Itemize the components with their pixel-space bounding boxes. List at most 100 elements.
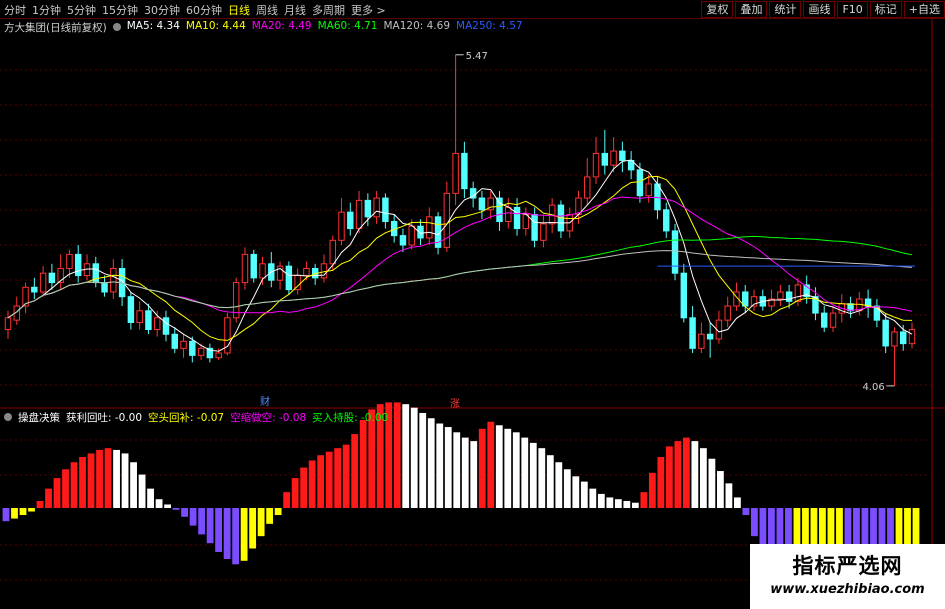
candle-body-43: [382, 197, 389, 223]
indicator-bar-63: [538, 448, 546, 508]
indicator-bar-35: [300, 467, 308, 508]
indicator-bar-17: [147, 488, 154, 508]
candle-body-14: [127, 296, 135, 324]
candle-body-57: [505, 206, 512, 223]
indicator-bar-73: [623, 500, 631, 508]
toolbar-button-4[interactable]: F10: [837, 1, 868, 18]
indicator-bar-16: [138, 474, 146, 508]
tab-period-10[interactable]: 更多 >: [351, 2, 386, 18]
candle-body-58: [513, 206, 521, 230]
candle-body-0: [4, 317, 12, 331]
tab-period-7[interactable]: 周线: [256, 2, 278, 18]
candle-body-79: [698, 333, 705, 349]
high-price-label: 5.47: [466, 51, 488, 62]
indicator-bar-51: [436, 423, 444, 508]
indicator-bar-30: [257, 508, 265, 537]
candle-body-94: [829, 312, 837, 328]
indicator-bar-27: [232, 508, 240, 565]
indicator-bar-49: [419, 412, 427, 508]
settings-dot-icon[interactable]: [112, 23, 121, 31]
indicator-bar-43: [368, 409, 376, 508]
candle-body-17: [153, 317, 161, 331]
indicator-bar-62: [529, 442, 537, 508]
candle-body-27: [241, 253, 249, 284]
ma-line-ma5: [7, 159, 913, 352]
tab-period-3[interactable]: 15分钟: [102, 2, 138, 18]
indicator-bar-42: [359, 420, 367, 508]
candle-body-68: [601, 152, 609, 166]
candle-body-84: [742, 291, 749, 307]
indicator-bar-4: [36, 500, 44, 508]
indicator-bar-50: [427, 418, 435, 508]
indicator-bar-32: [274, 508, 282, 516]
candle-body-75: [663, 209, 670, 232]
indicator-settings-dot-icon[interactable]: [4, 413, 12, 421]
tab-period-5[interactable]: 60分钟: [186, 2, 222, 18]
period-tabs: 分时 1分钟 5分钟 15分钟 30分钟 60分钟 日线 周线 月线 多周期 更多 >: [4, 2, 386, 18]
indicator-bar-76: [648, 472, 656, 508]
candle-body-72: [636, 169, 644, 197]
ma-legend-item-3: MA60: 4.71: [317, 20, 378, 32]
tab-period-0[interactable]: 分时: [4, 2, 26, 18]
toolbar-button-1[interactable]: 叠加: [735, 1, 768, 18]
indicator-bar-18: [155, 499, 163, 508]
indicator-bar-31: [266, 508, 274, 524]
toolbar-button-0[interactable]: 复权: [701, 1, 734, 18]
candle-body-21: [189, 340, 196, 356]
indicator-bar-65: [555, 462, 563, 508]
indicator-bar-9: [79, 456, 86, 508]
indicator-bar-2: [19, 508, 27, 516]
candle-body-90: [794, 284, 802, 302]
candle-body-82: [724, 305, 731, 321]
indicator-legend: 获利回吐: -0.00 空头回补: -0.07 空缩做空: -0.08 买入持股: -…: [66, 410, 388, 424]
indicator-bar-64: [546, 455, 554, 508]
candle-body-103: [908, 329, 916, 345]
indicator-bar-29: [249, 508, 257, 549]
indicator-bar-23: [198, 508, 206, 535]
candle-body-88: [777, 291, 784, 300]
indicator-bar-13: [113, 449, 120, 508]
indicator-bar-78: [665, 446, 673, 508]
candle-body-48: [426, 216, 433, 239]
candle-body-37: [329, 239, 336, 265]
indicator-bar-74: [631, 502, 639, 508]
candle-body-66: [584, 176, 591, 199]
indicator-bar-56: [478, 428, 486, 508]
tab-period-4[interactable]: 30分钟: [144, 2, 180, 18]
toolbar-button-3[interactable]: 画线: [803, 1, 836, 18]
toolbar-button-6[interactable]: +自选: [903, 1, 945, 18]
candle-body-3: [31, 286, 38, 293]
candle-body-24: [215, 352, 222, 359]
watermark-url: www.xuezhibiao.com: [770, 582, 925, 597]
candle-body-59: [522, 213, 530, 230]
tab-period-8[interactable]: 月线: [284, 2, 306, 18]
indicator-bar-26: [223, 508, 231, 560]
tab-period-1[interactable]: 1分钟: [32, 2, 61, 18]
ma-line-ma120: [7, 250, 913, 319]
indicator-bar-52: [444, 427, 452, 508]
indicator-bar-15: [130, 462, 137, 508]
candle-body-80: [706, 333, 714, 340]
indicator-bar-46: [393, 402, 401, 508]
indicator-bar-59: [504, 428, 512, 508]
indicator-bar-81: [691, 441, 699, 508]
indicator-bar-85: [725, 483, 733, 508]
indicator-bar-28: [240, 508, 248, 561]
toolbar-button-5[interactable]: 标记: [869, 1, 902, 18]
tab-period-6[interactable]: 日线: [228, 2, 250, 18]
candle-body-52: [461, 152, 468, 190]
indicator-bar-37: [317, 455, 325, 508]
indicator-bar-19: [164, 504, 171, 508]
candle-body-42: [373, 197, 380, 218]
toolbar-button-2[interactable]: 统计: [769, 1, 802, 18]
indicator-bar-54: [461, 437, 469, 508]
indicator-bar-5: [45, 488, 52, 508]
tab-period-9[interactable]: 多周期: [312, 2, 345, 18]
indicator-title[interactable]: 操盘决策: [18, 410, 60, 424]
candle-body-15: [136, 310, 143, 324]
tab-period-2[interactable]: 5分钟: [67, 2, 96, 18]
candle-body-54: [478, 197, 486, 211]
indicator-bar-12: [104, 448, 112, 508]
period-toolbar: 分时 1分钟 5分钟 15分钟 30分钟 60分钟 日线 周线 月线 多周期 更多 > 复权 叠加 统计…: [0, 0, 945, 19]
price-chart[interactable]: 5.47 4.06 财 涨: [0, 0, 945, 609]
